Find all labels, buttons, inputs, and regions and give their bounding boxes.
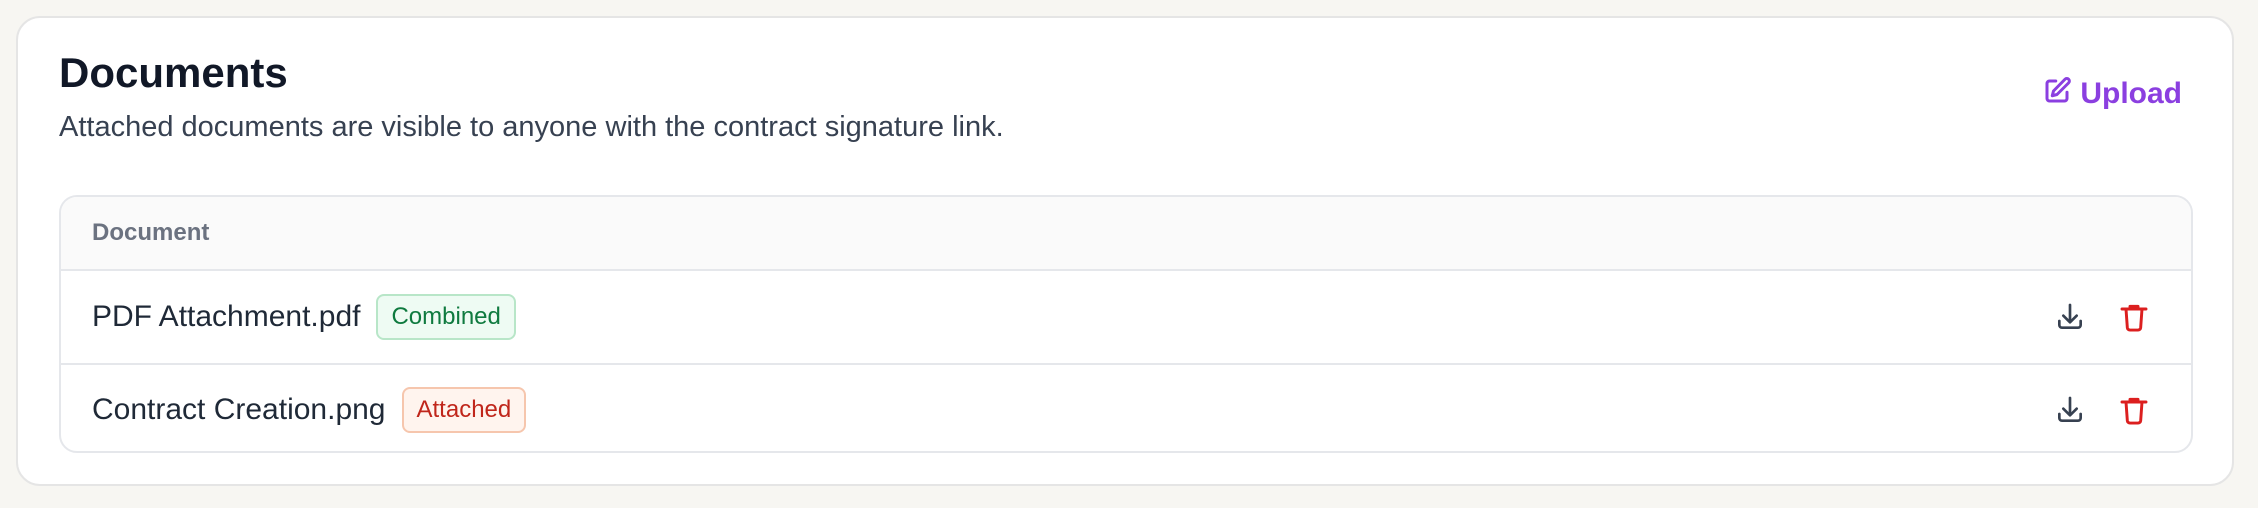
table-row: Contract Creation.png Attached bbox=[61, 363, 2191, 451]
documents-card: Documents Attached documents are visible… bbox=[16, 16, 2234, 486]
table-header: Document bbox=[61, 197, 2191, 271]
edit-icon bbox=[2042, 76, 2072, 112]
download-icon[interactable] bbox=[2053, 393, 2087, 427]
table-row: PDF Attachment.pdf Combined bbox=[61, 271, 2191, 363]
row-actions bbox=[2053, 365, 2151, 451]
column-header-document: Document bbox=[92, 219, 210, 246]
row-actions bbox=[2053, 271, 2151, 363]
status-badge: Combined bbox=[376, 294, 516, 340]
document-name[interactable]: PDF Attachment.pdf bbox=[92, 300, 360, 334]
trash-icon[interactable] bbox=[2117, 300, 2151, 334]
documents-table: Document PDF Attachment.pdf Combined Con… bbox=[59, 195, 2193, 453]
upload-button-label: Upload bbox=[2080, 77, 2182, 110]
document-name[interactable]: Contract Creation.png bbox=[92, 393, 386, 427]
page-title: Documents bbox=[59, 49, 288, 96]
download-icon[interactable] bbox=[2053, 300, 2087, 334]
upload-button[interactable]: Upload bbox=[2042, 76, 2182, 112]
trash-icon[interactable] bbox=[2117, 393, 2151, 427]
status-badge: Attached bbox=[401, 387, 527, 433]
page-subtitle: Attached documents are visible to anyone… bbox=[59, 111, 1004, 143]
